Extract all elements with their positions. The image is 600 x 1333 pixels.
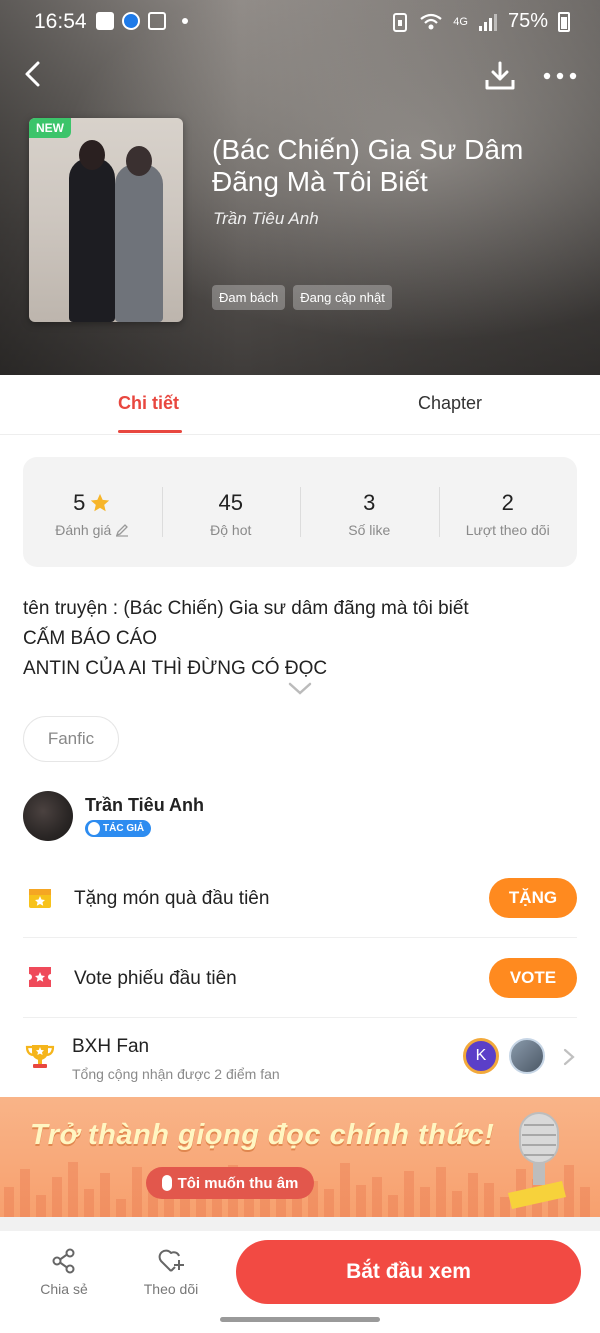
active-tab-indicator <box>118 430 182 433</box>
home-indicator[interactable] <box>220 1317 380 1322</box>
battery-percent: 75% <box>507 10 548 32</box>
fan-avatar[interactable]: K <box>463 1038 499 1074</box>
more-icon[interactable] <box>542 62 578 90</box>
fan-ranking-row[interactable]: BXH Fan Tổng cộng nhận được 2 điểm fan K <box>23 1020 577 1096</box>
chevron-right-icon <box>563 1048 575 1066</box>
cover-figure-head <box>126 146 152 176</box>
share-icon <box>52 1248 75 1274</box>
new-badge: NEW <box>29 118 71 138</box>
status-notification-icons <box>96 12 188 30</box>
book-description: tên truyện : (Bác Chiến) Gia sư dâm đãng… <box>23 594 583 684</box>
gift-label: Tặng món quà đầu tiên <box>74 888 270 909</box>
fan-ranking-subtitle: Tổng cộng nhận được 2 điểm fan <box>72 1066 280 1082</box>
gift-button[interactable]: TẶNG <box>489 878 577 918</box>
gallery-icon <box>96 12 114 30</box>
ticket-icon <box>29 967 51 987</box>
download-icon[interactable] <box>484 60 516 92</box>
gift-icon <box>29 889 51 908</box>
heart-plus-icon <box>158 1249 184 1272</box>
stat-followers-label: Lượt theo dõi <box>465 522 550 538</box>
author-role-badge: TÁC GIẢ <box>85 820 152 837</box>
vote-label: Vote phiếu đầu tiên <box>74 968 237 989</box>
microphone-illustration-icon <box>508 1112 566 1209</box>
battery-saver-icon <box>393 12 408 32</box>
cover-figure <box>69 158 115 322</box>
start-reading-button[interactable]: Bắt đầu xem <box>236 1240 581 1304</box>
tab-bar: Chi tiết Chapter <box>0 375 600 435</box>
author-avatar[interactable] <box>23 791 73 841</box>
vote-row[interactable]: Vote phiếu đầu tiên VOTE <box>23 938 577 1018</box>
book-tags: Đam bách Đang cập nhật <box>212 285 392 310</box>
edit-pencil-icon <box>116 524 129 537</box>
app-notification-icon <box>122 12 140 30</box>
author-name[interactable]: Trần Tiêu Anh <box>85 795 204 816</box>
stat-hot: 45 Độ hot <box>161 457 301 567</box>
genre-chip[interactable]: Fanfic <box>23 716 119 762</box>
cover-figure-head <box>79 140 105 170</box>
tab-chapters[interactable]: Chapter <box>418 393 482 414</box>
stat-rating-label: Đánh giá <box>55 522 112 538</box>
stat-rating-label-wrap: Đánh giá <box>23 522 162 538</box>
news-icon <box>148 12 166 30</box>
tab-details[interactable]: Chi tiết <box>118 393 179 414</box>
stat-rating[interactable]: 5 Đánh giá <box>23 457 162 567</box>
follow-label: Theo dõi <box>143 1281 199 1297</box>
voice-actor-banner[interactable]: Trở thành giọng đọc chính thức! Tôi muốn… <box>0 1097 600 1217</box>
share-button[interactable]: Chia sẻ <box>24 1247 104 1297</box>
stat-hot-label: Độ hot <box>210 522 252 538</box>
stats-panel: 5 Đánh giá 45 Độ hot 3 Số like 2 Lượt th… <box>23 457 577 567</box>
microphone-icon <box>161 1175 172 1191</box>
stat-followers-value: 2 <box>501 490 514 515</box>
section-divider <box>0 1217 600 1231</box>
more-notifications-icon <box>182 18 188 24</box>
follow-button[interactable]: Theo dõi <box>131 1247 211 1297</box>
wifi-icon <box>420 13 442 29</box>
star-icon <box>91 493 110 512</box>
gift-row[interactable]: Tặng món quà đầu tiên TẶNG <box>23 858 577 938</box>
expand-chevron-icon[interactable] <box>288 682 312 696</box>
fan-ranking-title: BXH Fan <box>72 1036 150 1057</box>
book-author[interactable]: Trần Tiêu Anh <box>213 209 319 229</box>
status-bar: 16:54 4G 75% <box>0 0 600 44</box>
description-line: ANTIN CỦA AI THÌ ĐỪNG CÓ ĐỌC <box>23 658 328 679</box>
vote-button[interactable]: VOTE <box>489 958 577 998</box>
description-line: tên truyện : (Bác Chiến) Gia sư dâm đãng… <box>23 598 469 619</box>
book-hero: 16:54 4G 75% NEW (Bác Chiến) Gia Sư Dâm … <box>0 0 600 375</box>
book-title: (Bác Chiến) Gia Sư Dâm Đãng Mà Tôi Biết <box>212 134 524 197</box>
description-line: CẤM BÁO CÁO <box>23 628 158 649</box>
tag-chip[interactable]: Đam bách <box>212 285 286 310</box>
banner-title: Trở thành giọng đọc chính thức! <box>30 1119 495 1151</box>
stat-likes-label: Số like <box>348 522 391 538</box>
battery-icon <box>558 11 570 32</box>
status-system-icons: 4G 75% <box>391 10 570 33</box>
stat-followers: 2 Lượt theo dõi <box>438 457 578 567</box>
stat-rating-value-wrap: 5 <box>73 490 111 516</box>
bottom-action-bar: Chia sẻ Theo dõi Bắt đầu xem <box>0 1231 600 1333</box>
stat-hot-value: 45 <box>218 490 243 515</box>
network-type: 4G <box>453 15 468 28</box>
tag-chip: Đang cập nhật <box>293 285 392 310</box>
trophy-icon <box>25 1045 55 1068</box>
stat-likes: 3 Số like <box>300 457 439 567</box>
status-time: 16:54 <box>34 10 87 33</box>
record-button-label: Tôi muốn thu âm <box>177 1174 299 1192</box>
fan-avatar[interactable] <box>509 1038 545 1074</box>
record-button[interactable]: Tôi muốn thu âm <box>146 1167 314 1199</box>
book-cover[interactable]: NEW <box>29 118 183 322</box>
cover-figure <box>115 164 163 322</box>
share-label: Chia sẻ <box>40 1281 88 1297</box>
back-arrow-icon[interactable] <box>18 58 50 90</box>
signal-icon <box>478 13 497 31</box>
stat-likes-value: 3 <box>363 490 376 515</box>
stat-rating-value: 5 <box>73 490 86 515</box>
